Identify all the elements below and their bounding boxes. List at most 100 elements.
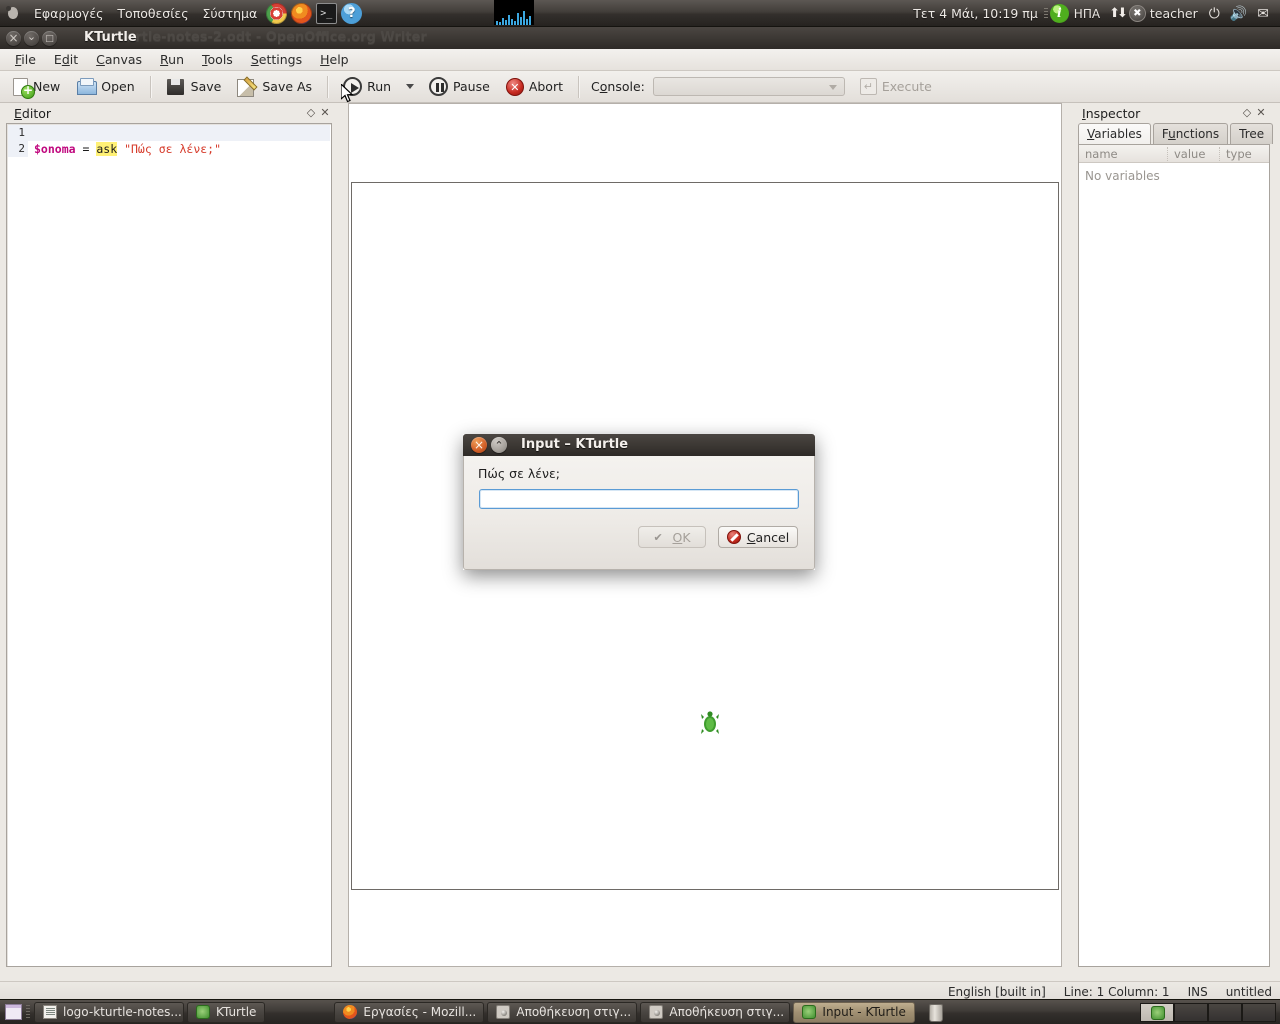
check-icon (653, 531, 666, 544)
dialog-prompt-label: Πώς σε λένε; (478, 466, 560, 481)
column-value[interactable]: value (1167, 146, 1219, 161)
dialog-ok-label: OK (672, 529, 691, 545)
user-icon[interactable]: ✖ (1128, 5, 1146, 22)
menu-run[interactable]: Run (151, 50, 193, 69)
column-type[interactable]: type (1219, 146, 1269, 161)
abort-stop-icon (505, 77, 524, 96)
taskbar: logo-kturtle-notes... KTurtle Εργασίες -… (0, 999, 1280, 1024)
volume-icon[interactable]: 🔊 (1225, 6, 1252, 22)
network-icon[interactable]: ⬆⬇ (1105, 6, 1129, 21)
new-button[interactable]: New (6, 76, 67, 99)
window-close-button[interactable] (6, 30, 21, 46)
task-label: logo-kturtle-notes... (63, 1005, 182, 1019)
column-name[interactable]: name (1079, 147, 1167, 161)
editor-dock: Editor ◇ ✕ 1 2 $onoma = ask "Πώς σε λένε… (6, 103, 338, 967)
task-input-kturtle[interactable]: Input - KTurtle (793, 1001, 915, 1023)
kturtle-icon (802, 1005, 817, 1019)
task-logo-kturtle-notes[interactable]: logo-kturtle-notes... (34, 1001, 184, 1023)
status-cursor-position: Line: 1 Column: 1 (1063, 984, 1170, 999)
new-file-icon (13, 77, 35, 99)
menubar: File Edit Canvas Run Tools Settings Help (0, 49, 1280, 71)
task-kturtle[interactable]: KTurtle (187, 1001, 266, 1023)
tab-variables[interactable]: Variables (1078, 123, 1151, 145)
kturtle-icon (1151, 1006, 1165, 1020)
inspector-close-icon[interactable]: ✕ (1254, 106, 1268, 120)
save-as-button[interactable]: Save As (230, 75, 319, 99)
execute-button[interactable]: Execute (853, 76, 939, 97)
help-icon[interactable]: ? (341, 2, 363, 24)
window-minimize-button[interactable] (24, 30, 39, 46)
no-variables-text: No variables (1085, 169, 1160, 183)
editor-float-icon[interactable]: ◇ (304, 106, 318, 120)
status-insert-mode: INS (1187, 984, 1208, 999)
menu-applications[interactable]: Εφαρμογές (27, 3, 110, 24)
firefox-icon[interactable] (291, 2, 313, 24)
gnome-foot-icon (4, 4, 22, 22)
dialog-ok-button[interactable]: OK (638, 526, 706, 548)
workspace-4[interactable] (1242, 1003, 1276, 1022)
keyboard-layout-indicator[interactable]: ΗΠΑ (1069, 7, 1105, 21)
system-monitor-applet[interactable] (494, 0, 534, 25)
dialog-cancel-button[interactable]: Cancel (718, 526, 798, 548)
background-window-title: urtle-notes-2.odt - OpenOffice.org Write… (126, 30, 427, 45)
terminal-icon[interactable]: >_ (316, 2, 338, 24)
menu-edit[interactable]: Edit (45, 50, 87, 69)
power-icon[interactable]: ⏻ (1204, 6, 1225, 22)
menu-tools[interactable]: Tools (193, 50, 242, 69)
run-speed-chevron-down-icon[interactable] (406, 84, 415, 89)
run-play-icon (343, 77, 363, 96)
save-button[interactable]: Save (159, 75, 229, 99)
open-button[interactable]: Open (69, 75, 141, 99)
console-input[interactable] (652, 77, 845, 96)
mail-icon[interactable]: ✉ (1252, 6, 1274, 22)
editor-frame[interactable]: 1 2 $onoma = ask "Πώς σε λένε;" (6, 123, 332, 967)
user-name[interactable]: teacher (1146, 6, 1204, 21)
menu-canvas[interactable]: Canvas (87, 50, 151, 69)
execute-button-label: Execute (881, 79, 932, 94)
workspace-switcher (1140, 1003, 1276, 1022)
clock[interactable]: Τετ 4 Μάι, 10:19 πμ (907, 6, 1044, 21)
task-screenshot-2[interactable]: Αποθήκευση στιγ... (640, 1001, 791, 1023)
dialog-cancel-label: Cancel (746, 529, 790, 545)
menu-settings[interactable]: Settings (242, 50, 311, 69)
inspector-variables-table[interactable]: name value type No variables (1078, 144, 1270, 967)
menu-system[interactable]: Σύστημα (196, 3, 265, 24)
code-editor[interactable]: 1 2 $onoma = ask "Πώς σε λένε;" (8, 125, 330, 965)
workspace-1[interactable] (1140, 1003, 1174, 1022)
main-toolbar: New Open Save Save As Run (0, 71, 1280, 103)
dialog-text-input[interactable] (479, 489, 799, 509)
editor-title-label: Editor (14, 105, 52, 121)
inspector-float-icon[interactable]: ◇ (1240, 106, 1254, 120)
window-maximize-button[interactable] (42, 30, 57, 46)
abort-button[interactable]: Abort (499, 76, 570, 98)
menu-places[interactable]: Τοποθεσίες (110, 3, 195, 24)
screenshot-icon (649, 1005, 664, 1019)
pause-button[interactable]: Pause (422, 75, 497, 98)
tab-functions[interactable]: Functions (1152, 123, 1229, 144)
dialog-shade-button[interactable] (491, 437, 507, 453)
turtle-sprite (701, 711, 719, 737)
info-icon[interactable]: i (1049, 4, 1069, 23)
show-desktop-icon[interactable] (2, 1001, 24, 1023)
trash-icon[interactable] (924, 1002, 946, 1022)
task-firefox[interactable]: Εργασίες - Mozill... (334, 1001, 485, 1023)
dialog-titlebar: Input – KTurtle (463, 434, 815, 456)
menu-help[interactable]: Help (311, 50, 358, 69)
top-panel-left: Εφαρμογές Τοποθεσίες Σύστημα >_ ? (0, 2, 364, 24)
top-panel-right: Τετ 4 Μάι, 10:19 πμ i ΗΠΑ ⬆⬇ ✖ teacher ⏻… (907, 0, 1280, 27)
save-floppy-icon (166, 77, 186, 97)
editor-close-icon[interactable]: ✕ (318, 106, 332, 120)
dialog-close-button[interactable] (471, 437, 487, 453)
tab-tree[interactable]: Tree (1230, 123, 1274, 144)
menu-file[interactable]: File (6, 50, 45, 69)
chrome-icon[interactable] (266, 2, 288, 24)
panel-grip (1043, 7, 1048, 20)
inspector-panel-title: Inspector ◇ ✕ (1074, 103, 1274, 123)
toolbar-separator (149, 75, 151, 98)
workspace-2[interactable] (1174, 1003, 1208, 1022)
console-label: Console: (591, 79, 645, 94)
inspector-table-header: name value type (1079, 145, 1269, 163)
task-screenshot-1[interactable]: Αποθήκευση στιγ... (487, 1001, 638, 1023)
workspace-3[interactable] (1208, 1003, 1242, 1022)
run-button[interactable]: Run (336, 75, 398, 98)
